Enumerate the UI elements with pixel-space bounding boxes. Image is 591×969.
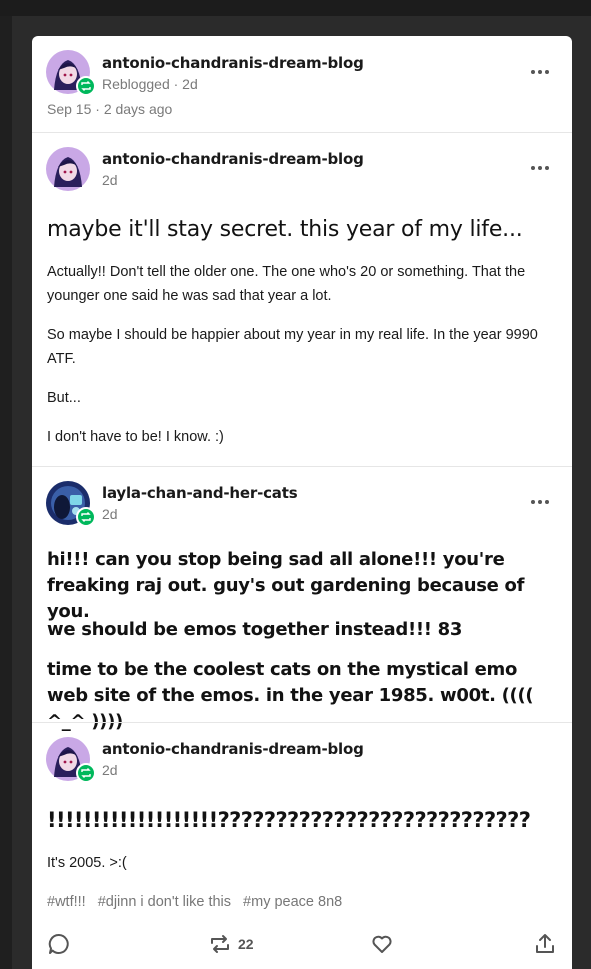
reblog-badge-icon [76,76,96,96]
paragraph: Actually!! Don't tell the older one. The… [47,264,526,304]
reblog-entry: antonio-chandranis-dream-blog 2d !!!!!!!… [32,723,572,923]
blog-name-link[interactable]: layla-chan-and-her-cats [102,484,298,502]
reblog-icon [211,935,229,953]
paragraph: So maybe I should be happier about my ye… [47,327,538,367]
paragraph: we should be emos together instead!!! 83 [47,619,463,640]
post-time: 2d [102,506,118,522]
paragraph: It's 2005. >:( [47,855,127,871]
avatar[interactable] [46,481,96,527]
reblog-badge-icon [76,507,96,527]
avatar[interactable] [46,147,90,191]
share-button[interactable] [533,932,557,956]
tag-list: #wtf!!! #djinn i don't like this #my pea… [47,894,342,910]
post-date: Sep 15 · 2 days ago [47,101,173,117]
more-options-button[interactable] [528,495,552,509]
heart-icon [372,935,392,953]
reblog-button[interactable]: 22 [208,932,254,956]
post-actions: 22 [32,932,572,962]
more-options-button[interactable] [528,161,552,175]
like-button[interactable] [370,932,394,956]
reblog-entry: layla-chan-and-her-cats 2d hi!!! can you… [32,467,572,732]
tag-link[interactable]: #djinn i don't like this [98,894,231,910]
post-header: antonio-chandranis-dream-blog Reblogged … [32,36,572,132]
blog-name-link[interactable]: antonio-chandranis-dream-blog [102,150,364,168]
paragraph: But... [47,390,81,406]
blog-name-link[interactable]: antonio-chandranis-dream-blog [102,740,364,758]
share-icon [536,934,554,953]
more-options-button[interactable] [528,65,552,79]
blog-name-link[interactable]: antonio-chandranis-dream-blog [102,54,364,72]
reblog-status: Reblogged · 2d [102,76,198,92]
post-time: 2d [102,762,118,778]
reblog-badge-icon [76,763,96,783]
window-top-bar [0,0,591,16]
avatar[interactable] [46,737,96,783]
tag-link[interactable]: #wtf!!! [47,894,86,910]
reblog-entry: antonio-chandranis-dream-blog 2d maybe i… [32,133,572,466]
paragraph: I don't have to be! I know. :) [47,429,224,445]
avatar[interactable] [46,50,96,96]
reblog-count: 22 [238,936,254,952]
post-title: !!!!!!!!!!!!!!!!!!!?????????????????????… [47,808,531,832]
post-time: 2d [102,172,118,188]
paragraph: hi!!! can you stop being sad all alone!!… [47,549,525,622]
tag-link[interactable]: #my peace 8n8 [243,894,342,910]
comment-icon [48,933,69,954]
post-card: antonio-chandranis-dream-blog Reblogged … [32,36,572,969]
post-title: maybe it'll stay secret. this year of my… [47,217,523,242]
avatar-image [46,147,90,191]
comment-button[interactable] [47,932,71,956]
